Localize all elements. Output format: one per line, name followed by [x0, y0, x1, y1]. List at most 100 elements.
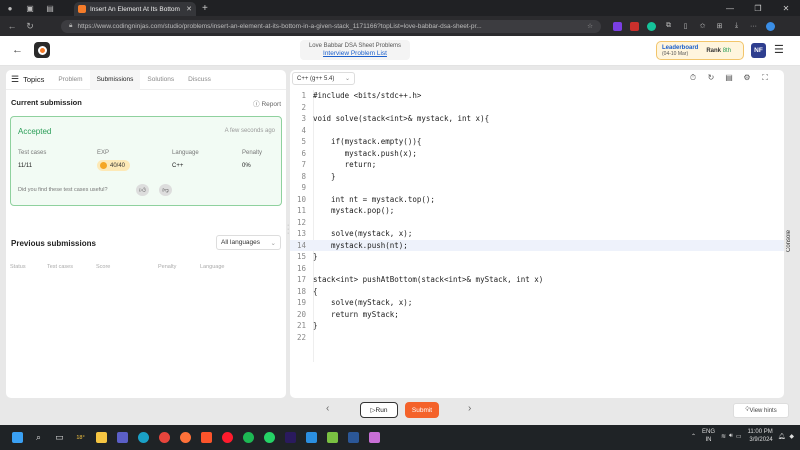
profile-icon[interactable]: ●	[0, 0, 20, 16]
thumbs-down-icon[interactable]: 👎︎	[159, 184, 172, 196]
workspaces-icon[interactable]: ▣	[20, 0, 40, 16]
leaderboard-badge[interactable]: Leaderboard (04-10 Mar) Rank 8th	[656, 41, 744, 60]
console-toggle[interactable]: Console	[786, 230, 792, 252]
run-button[interactable]: ▷ Run	[360, 402, 398, 418]
edge-icon[interactable]	[134, 428, 153, 447]
next-problem-arrow-icon[interactable]: ›	[468, 403, 471, 414]
timer-icon[interactable]: ⏱	[684, 73, 702, 83]
wifi-icon[interactable]: ≋	[721, 433, 726, 440]
url-bar[interactable]: 🔒︎ https://www.codingninjas.com/studio/p…	[61, 19, 601, 33]
code-line[interactable]: 4	[290, 125, 784, 137]
vscode-icon[interactable]	[302, 428, 321, 447]
premiere-pro-icon[interactable]	[281, 428, 300, 447]
editor-language-select[interactable]: C++ (g++ 5.4) ⌄	[292, 72, 355, 85]
maximize-icon[interactable]: ❐	[744, 0, 772, 16]
code-line[interactable]: 14 mystack.push(nt);	[290, 239, 784, 251]
close-window-icon[interactable]: ✕	[772, 0, 800, 16]
favorites-icon[interactable]: ✩	[694, 20, 711, 33]
volume-icon[interactable]: 🔊︎	[729, 433, 733, 440]
code-line[interactable]: 16	[290, 263, 784, 275]
brave-icon[interactable]	[197, 428, 216, 447]
collections-icon[interactable]: ⊞	[711, 20, 728, 33]
code-line[interactable]: 8 }	[290, 171, 784, 183]
settings-more-icon[interactable]: ···	[745, 20, 762, 33]
code-line[interactable]: 18 {	[290, 286, 784, 298]
spotify-icon[interactable]	[239, 428, 258, 447]
favorite-star-icon[interactable]: ☆	[587, 22, 593, 30]
avatar[interactable]: NF	[751, 43, 766, 58]
code-line[interactable]: 7 return;	[290, 159, 784, 171]
battery-icon[interactable]: ▭	[736, 433, 742, 440]
tab-list-icon[interactable]: ▤	[40, 0, 60, 16]
code-line[interactable]: 22	[290, 332, 784, 344]
copilot-taskbar-icon[interactable]: ◆	[789, 433, 794, 440]
tab-discuss[interactable]: Discuss	[181, 70, 218, 90]
teams-icon[interactable]	[113, 428, 132, 447]
tab-submissions[interactable]: Submissions	[89, 69, 141, 90]
fullscreen-icon[interactable]: ⛶	[756, 73, 774, 83]
code-line[interactable]: 15}	[290, 251, 784, 263]
code-editor[interactable]: 1 #include <bits/stdc++.h> 2 3 void solve(st…	[290, 90, 784, 343]
code-line[interactable]: 2	[290, 102, 784, 114]
app-pink-icon[interactable]	[365, 428, 384, 447]
codingninjas-logo[interactable]	[34, 42, 50, 58]
new-tab-icon[interactable]: +	[202, 3, 208, 14]
extension-red-icon[interactable]	[626, 20, 643, 33]
back-arrow-icon[interactable]: ←	[12, 44, 23, 56]
code-line[interactable]: 11 mystack.pop();	[290, 205, 784, 217]
windows-start-icon[interactable]	[8, 428, 27, 447]
task-view-icon[interactable]: ▭	[50, 428, 69, 447]
tab-topics[interactable]: ☰ Topics	[6, 70, 51, 90]
firefox-icon[interactable]	[176, 428, 195, 447]
code-line[interactable]: 21}	[290, 320, 784, 332]
close-tab-icon[interactable]: ✕	[186, 5, 192, 13]
code-line[interactable]: 13 solve(mystack, x);	[290, 228, 784, 240]
input-language[interactable]: ENG IN	[702, 428, 715, 444]
grammarly-icon[interactable]	[643, 20, 660, 33]
code-line[interactable]: 5 if(mystack.empty()){	[290, 136, 784, 148]
settings-gear-icon[interactable]: ⚙	[738, 73, 756, 83]
show-hidden-icons-icon[interactable]: ⌃	[691, 433, 696, 440]
problem-list-selector[interactable]: Love Babbar DSA Sheet Problems Interview…	[300, 40, 410, 60]
code-line[interactable]: 1 #include <bits/stdc++.h>	[290, 90, 784, 102]
code-line[interactable]: 9	[290, 182, 784, 194]
code-line[interactable]: 20 return myStack;	[290, 309, 784, 321]
view-hints-button[interactable]: 💡︎ View hints	[733, 403, 789, 418]
clock[interactable]: 11:00 PM 3/9/2024	[748, 428, 773, 444]
code-line[interactable]: 12	[290, 217, 784, 229]
reset-code-icon[interactable]: ↻	[702, 73, 720, 83]
tab-solutions[interactable]: Solutions	[140, 70, 181, 90]
code-line[interactable]: 17 stack<int> pushAtBottom(stack<int>& my…	[290, 274, 784, 286]
extension-purple-icon[interactable]	[609, 20, 626, 33]
search-icon[interactable]: ⌕	[29, 428, 48, 447]
code-line[interactable]: 3 void solve(stack<int>& mystack, int x){	[290, 113, 784, 125]
back-icon[interactable]: ←	[3, 21, 21, 31]
whatsapp-icon[interactable]	[260, 428, 279, 447]
submit-button[interactable]: Submit	[405, 402, 439, 418]
chrome-icon[interactable]	[155, 428, 174, 447]
extensions-puzzle-icon[interactable]: ⧉	[660, 20, 677, 33]
tab-problem[interactable]: Problem	[51, 70, 89, 90]
minimize-icon[interactable]: —	[716, 0, 744, 16]
report-button[interactable]: ⓘ Report	[253, 98, 281, 108]
weather-widget[interactable]: 18°	[71, 428, 90, 447]
browser-tab[interactable]: Insert An Element At Its Bottom ✕	[74, 2, 196, 16]
code-line[interactable]: 19 solve(myStack, x);	[290, 297, 784, 309]
downloads-icon[interactable]: ⤓	[728, 20, 745, 33]
notes-icon[interactable]: ▤	[720, 73, 738, 83]
file-explorer-icon[interactable]	[92, 428, 111, 447]
reload-icon[interactable]: ↻	[21, 21, 39, 32]
code-line[interactable]: 10 int nt = mystack.top();	[290, 194, 784, 206]
code-line[interactable]: 6 mystack.push(x);	[290, 148, 784, 160]
interview-problem-list-link[interactable]: Interview Problem List	[300, 50, 410, 57]
previous-problem-arrow-icon[interactable]: ‹	[326, 403, 329, 414]
panel-resize-handle[interactable]: · · ·	[287, 222, 289, 237]
word-icon[interactable]	[344, 428, 363, 447]
hamburger-menu-icon[interactable]: ☰	[774, 43, 784, 56]
notifications-icon[interactable]: 🔔︎	[778, 433, 786, 440]
copilot-icon[interactable]	[762, 20, 779, 33]
language-filter-select[interactable]: All languages ⌄	[216, 235, 281, 250]
app-green-icon[interactable]	[323, 428, 342, 447]
opera-icon[interactable]	[218, 428, 237, 447]
split-screen-icon[interactable]: ▯	[677, 20, 694, 33]
